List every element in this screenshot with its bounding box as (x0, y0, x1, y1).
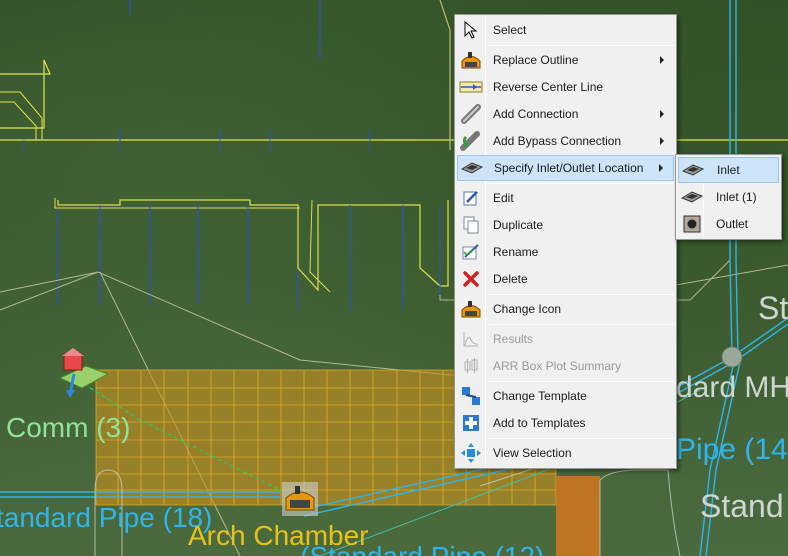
catchment-node-icon[interactable] (56, 348, 110, 398)
submenu-arrow-icon (660, 110, 664, 118)
menu-item-change-template[interactable]: Change Template (457, 383, 674, 409)
menu-item-add-bypass-connection[interactable]: Add Bypass Connection (457, 128, 674, 154)
menu-separator (489, 183, 674, 184)
inlet-outlet-submenu: Inlet Inlet (1) Outlet (675, 154, 782, 240)
menu-separator (489, 294, 674, 295)
results-chart-icon (457, 326, 485, 352)
outlet-icon (678, 211, 706, 237)
menu-item-arr-box-plot-summary[interactable]: ARR Box Plot Summary (457, 353, 674, 379)
box-plot-icon (457, 353, 485, 379)
map-label-standard-pipe-18: tandard Pipe (18) (0, 502, 213, 533)
menu-item-replace-outline[interactable]: Replace Outline (457, 47, 674, 73)
map-label-standard-pipe-12: (Standard Pipe (12) (300, 543, 544, 556)
context-menu: Select Replace Outline Reverse Center Li… (454, 14, 677, 469)
map-label-st: St (758, 290, 788, 326)
bypass-connection-icon (457, 128, 485, 154)
menu-separator (489, 438, 674, 439)
menu-item-change-icon[interactable]: Change Icon (457, 296, 674, 322)
menu-item-specify-inlet-outlet-location[interactable]: Specify Inlet/Outlet Location (457, 155, 674, 181)
menu-item-reverse-center-line[interactable]: Reverse Center Line (457, 74, 674, 100)
reverse-centerline-icon (457, 74, 485, 100)
menu-item-add-to-templates[interactable]: Add to Templates (457, 410, 674, 436)
map-label-standard-mh: dard MH (676, 371, 788, 404)
arch-chamber-node-icon[interactable] (282, 482, 318, 516)
submenu-item-inlet[interactable]: Inlet (678, 157, 779, 183)
submenu-item-inlet-1[interactable]: Inlet (1) (678, 184, 779, 210)
replace-outline-icon (457, 47, 485, 73)
view-selection-icon (457, 440, 485, 466)
menu-item-duplicate[interactable]: Duplicate (457, 212, 674, 238)
menu-item-view-selection[interactable]: View Selection (457, 440, 674, 466)
rename-icon (457, 239, 485, 265)
inlet-icon (678, 184, 706, 210)
edit-icon (457, 185, 485, 211)
menu-separator (489, 45, 674, 46)
submenu-item-outlet[interactable]: Outlet (678, 211, 779, 237)
menu-item-add-connection[interactable]: Add Connection (457, 101, 674, 127)
map-label-pipe-14: Pipe (14 (676, 433, 788, 466)
menu-separator (489, 381, 674, 382)
menu-item-rename[interactable]: Rename (457, 239, 674, 265)
submenu-arrow-icon (660, 137, 664, 145)
submenu-arrow-icon (660, 56, 664, 64)
menu-item-delete[interactable]: Delete (457, 266, 674, 292)
map-label-comm: Comm (3) (6, 412, 131, 443)
cursor-icon (457, 17, 485, 43)
map-label-standard: Stand (700, 488, 784, 524)
submenu-arrow-icon (659, 164, 663, 172)
inlet-outlet-icon (458, 155, 486, 181)
delete-icon (457, 266, 485, 292)
menu-separator (489, 324, 674, 325)
menu-item-results[interactable]: Results (457, 326, 674, 352)
change-icon-icon (457, 296, 485, 322)
change-template-icon (457, 383, 485, 409)
inlet-icon (679, 157, 707, 183)
menu-item-select[interactable]: Select (457, 17, 674, 43)
duplicate-icon (457, 212, 485, 238)
add-template-icon (457, 410, 485, 436)
pipe-connection-icon (457, 101, 485, 127)
menu-item-edit[interactable]: Edit (457, 185, 674, 211)
